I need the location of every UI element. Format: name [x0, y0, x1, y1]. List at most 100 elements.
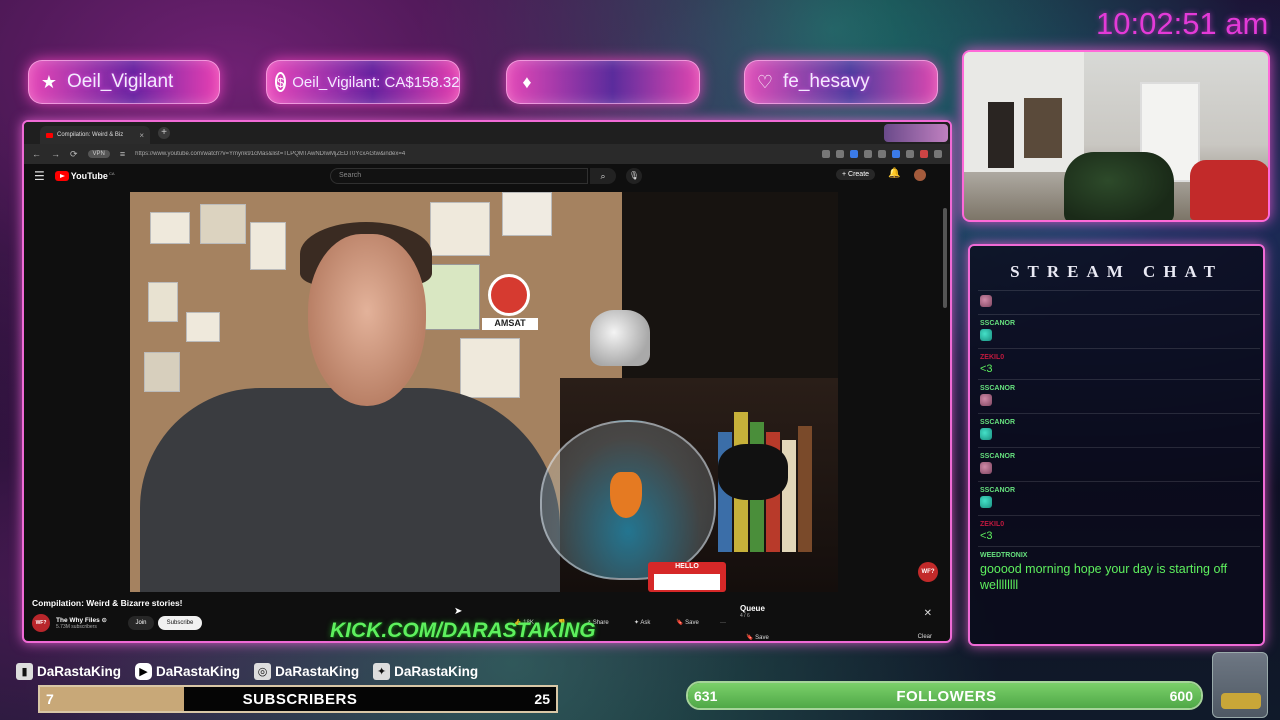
youtube-logo[interactable]: YouTube CA — [54, 170, 115, 181]
banner-host: ♡ fe_hesavy — [744, 60, 938, 104]
create-button[interactable]: + Create — [836, 169, 876, 180]
extension-icon[interactable] — [892, 150, 900, 158]
queue-save-button[interactable]: 🔖 Save — [746, 634, 769, 641]
channel-name[interactable]: The Why Files ⊙ — [56, 616, 107, 624]
video-title: Compilation: Weird & Bizarre stories! — [32, 598, 183, 608]
queue-count: 4 / 6 — [740, 613, 750, 619]
extension-icon[interactable] — [878, 150, 886, 158]
youtube-header: ☰ YouTube CA Search ⌕ 🎙 + Create 🔔 — [24, 164, 950, 188]
save-label: Save — [685, 620, 699, 626]
extensions-toolbar — [822, 150, 942, 158]
hamburger-menu-icon[interactable]: ☰ — [34, 169, 45, 183]
twitch-icon: ▮ — [16, 663, 33, 680]
chat-username: ZEKIL0 — [980, 354, 1005, 361]
chat-username: SSCANOR — [980, 320, 1016, 327]
banner-donation: $ Oeil_Vigilant: CA$158.32 — [266, 60, 460, 104]
chat-text: <3 — [980, 530, 993, 542]
ask-button[interactable]: ✦ Ask — [634, 616, 650, 630]
more-actions-icon[interactable]: ··· — [720, 616, 726, 630]
host-face — [308, 234, 426, 406]
queue-save-label: Save — [755, 635, 769, 641]
join-button[interactable]: Join — [128, 616, 154, 630]
emote-icon — [980, 428, 992, 440]
address-bar: ← → ⟳ VPN ≡ https://www.youtube.com/watc… — [24, 144, 950, 164]
channel-watermark[interactable]: WF? — [918, 562, 938, 582]
menu-icon[interactable] — [934, 150, 942, 158]
kick-url: KICK.COM/DARASTAKING — [330, 619, 596, 642]
jar-coins — [1221, 693, 1261, 709]
tinfoil-hat — [590, 310, 650, 366]
url-input[interactable]: https://www.youtube.com/watch?v=Ymynk91c… — [135, 151, 455, 157]
microphone-icon[interactable]: 🎙 — [626, 168, 642, 184]
close-tab-icon[interactable]: × — [139, 131, 144, 140]
chat-message: ZEKIL0 <3 — [978, 348, 1260, 379]
extension-icon[interactable] — [822, 150, 830, 158]
queue-title: Queue — [740, 604, 765, 613]
browser-window: Compilation: Weird & Biz × + ← → ⟳ VPN ≡… — [22, 120, 952, 643]
extension-icon[interactable] — [850, 150, 858, 158]
social-youtube: ▶ DaRastaKing — [135, 663, 240, 680]
browser-tab[interactable]: Compilation: Weird & Biz × — [40, 126, 150, 144]
dollar-icon: $ — [275, 72, 287, 92]
profile-icon[interactable] — [920, 150, 928, 158]
back-icon[interactable]: ← — [32, 149, 41, 159]
page-scrollbar[interactable] — [943, 208, 947, 308]
chat-message — [978, 290, 1260, 314]
search-input[interactable]: Search — [330, 168, 588, 184]
banner-text: Oeil_Vigilant: CA$158.32 — [292, 73, 460, 91]
followers-goal-bar: FOLLOWERS 631 600 — [686, 681, 1203, 710]
vpn-badge[interactable]: VPN — [87, 150, 110, 158]
twitter-icon: ✦ — [373, 663, 391, 680]
chat-message: ZEKIL0 <3 — [978, 515, 1260, 546]
host-body — [140, 388, 560, 592]
social-instagram: ◎ DaRastaKing — [254, 663, 359, 680]
extension-icon[interactable] — [906, 150, 914, 158]
save-button[interactable]: 🔖 Save — [676, 616, 699, 630]
account-avatar[interactable] — [914, 169, 926, 181]
site-info-icon[interactable]: ≡ — [120, 149, 125, 159]
social-handles: ▮ DaRastaKing ▶ DaRastaKing ◎ DaRastaKin… — [16, 663, 478, 680]
channel-subscribers: 5.73M subscribers — [56, 624, 97, 630]
chat-title: STREAM CHAT — [1010, 262, 1223, 281]
amsat-logo — [488, 274, 530, 316]
gem-icon: ♦ — [522, 71, 532, 92]
chat-text: <3 — [980, 363, 993, 375]
video-player[interactable]: AMSAT HELLO — [130, 192, 838, 592]
hello-name-tag: HELLO — [648, 562, 726, 592]
subscribers-current: 7 — [46, 691, 54, 707]
channel-avatar[interactable]: WF? — [32, 614, 50, 632]
youtube-play-icon — [54, 171, 69, 181]
banner-text: Oeil_Vigilant — [67, 71, 174, 92]
banner-follow: ★ Oeil_Vigilant — [28, 60, 220, 104]
bookmark-star-icon[interactable] — [836, 150, 844, 158]
chat-text: gooood morning hope your day is starting… — [980, 562, 1228, 592]
youtube-wordmark: YouTube — [70, 171, 108, 181]
notification-bell-icon[interactable]: 🔔 — [888, 168, 900, 179]
mouse-cursor-icon: ➤ — [454, 606, 463, 617]
reload-icon[interactable]: ⟳ — [70, 149, 78, 160]
tab-title: Compilation: Weird & Biz — [57, 132, 124, 138]
extension-icon[interactable] — [864, 150, 872, 158]
chat-username: SSCANOR — [980, 385, 1016, 392]
tip-jar — [1212, 652, 1268, 718]
hello-tag-text: HELLO — [675, 563, 699, 570]
queue-clear-button[interactable]: Clear — [918, 634, 932, 640]
chat-message: SSCANOR — [978, 379, 1260, 413]
emote-icon — [980, 329, 992, 341]
chat-username: WEEDTRONIX — [980, 552, 1028, 559]
forward-icon[interactable]: → — [51, 149, 60, 159]
subscribe-button[interactable]: Subscribe — [158, 616, 202, 630]
search-icon[interactable]: ⌕ — [590, 168, 616, 184]
tab-bar: Compilation: Weird & Biz × + — [24, 122, 950, 144]
chat-message: SSCANOR — [978, 314, 1260, 348]
stream-chat-panel: STREAM CHAT SSCANOR ZEKIL0 <3 SSCANOR SS… — [968, 244, 1265, 646]
close-queue-icon[interactable]: ✕ — [924, 608, 932, 619]
region-code: CA — [108, 170, 115, 176]
emote-icon — [980, 496, 992, 508]
chat-username: ZEKIL0 — [980, 521, 1005, 528]
heart-icon: ♡ — [756, 71, 774, 92]
chat-username: SSCANOR — [980, 453, 1016, 460]
new-tab-button[interactable]: + — [158, 127, 170, 139]
chat-message: SSCANOR — [978, 481, 1260, 515]
social-handle: DaRastaKing — [156, 664, 241, 679]
